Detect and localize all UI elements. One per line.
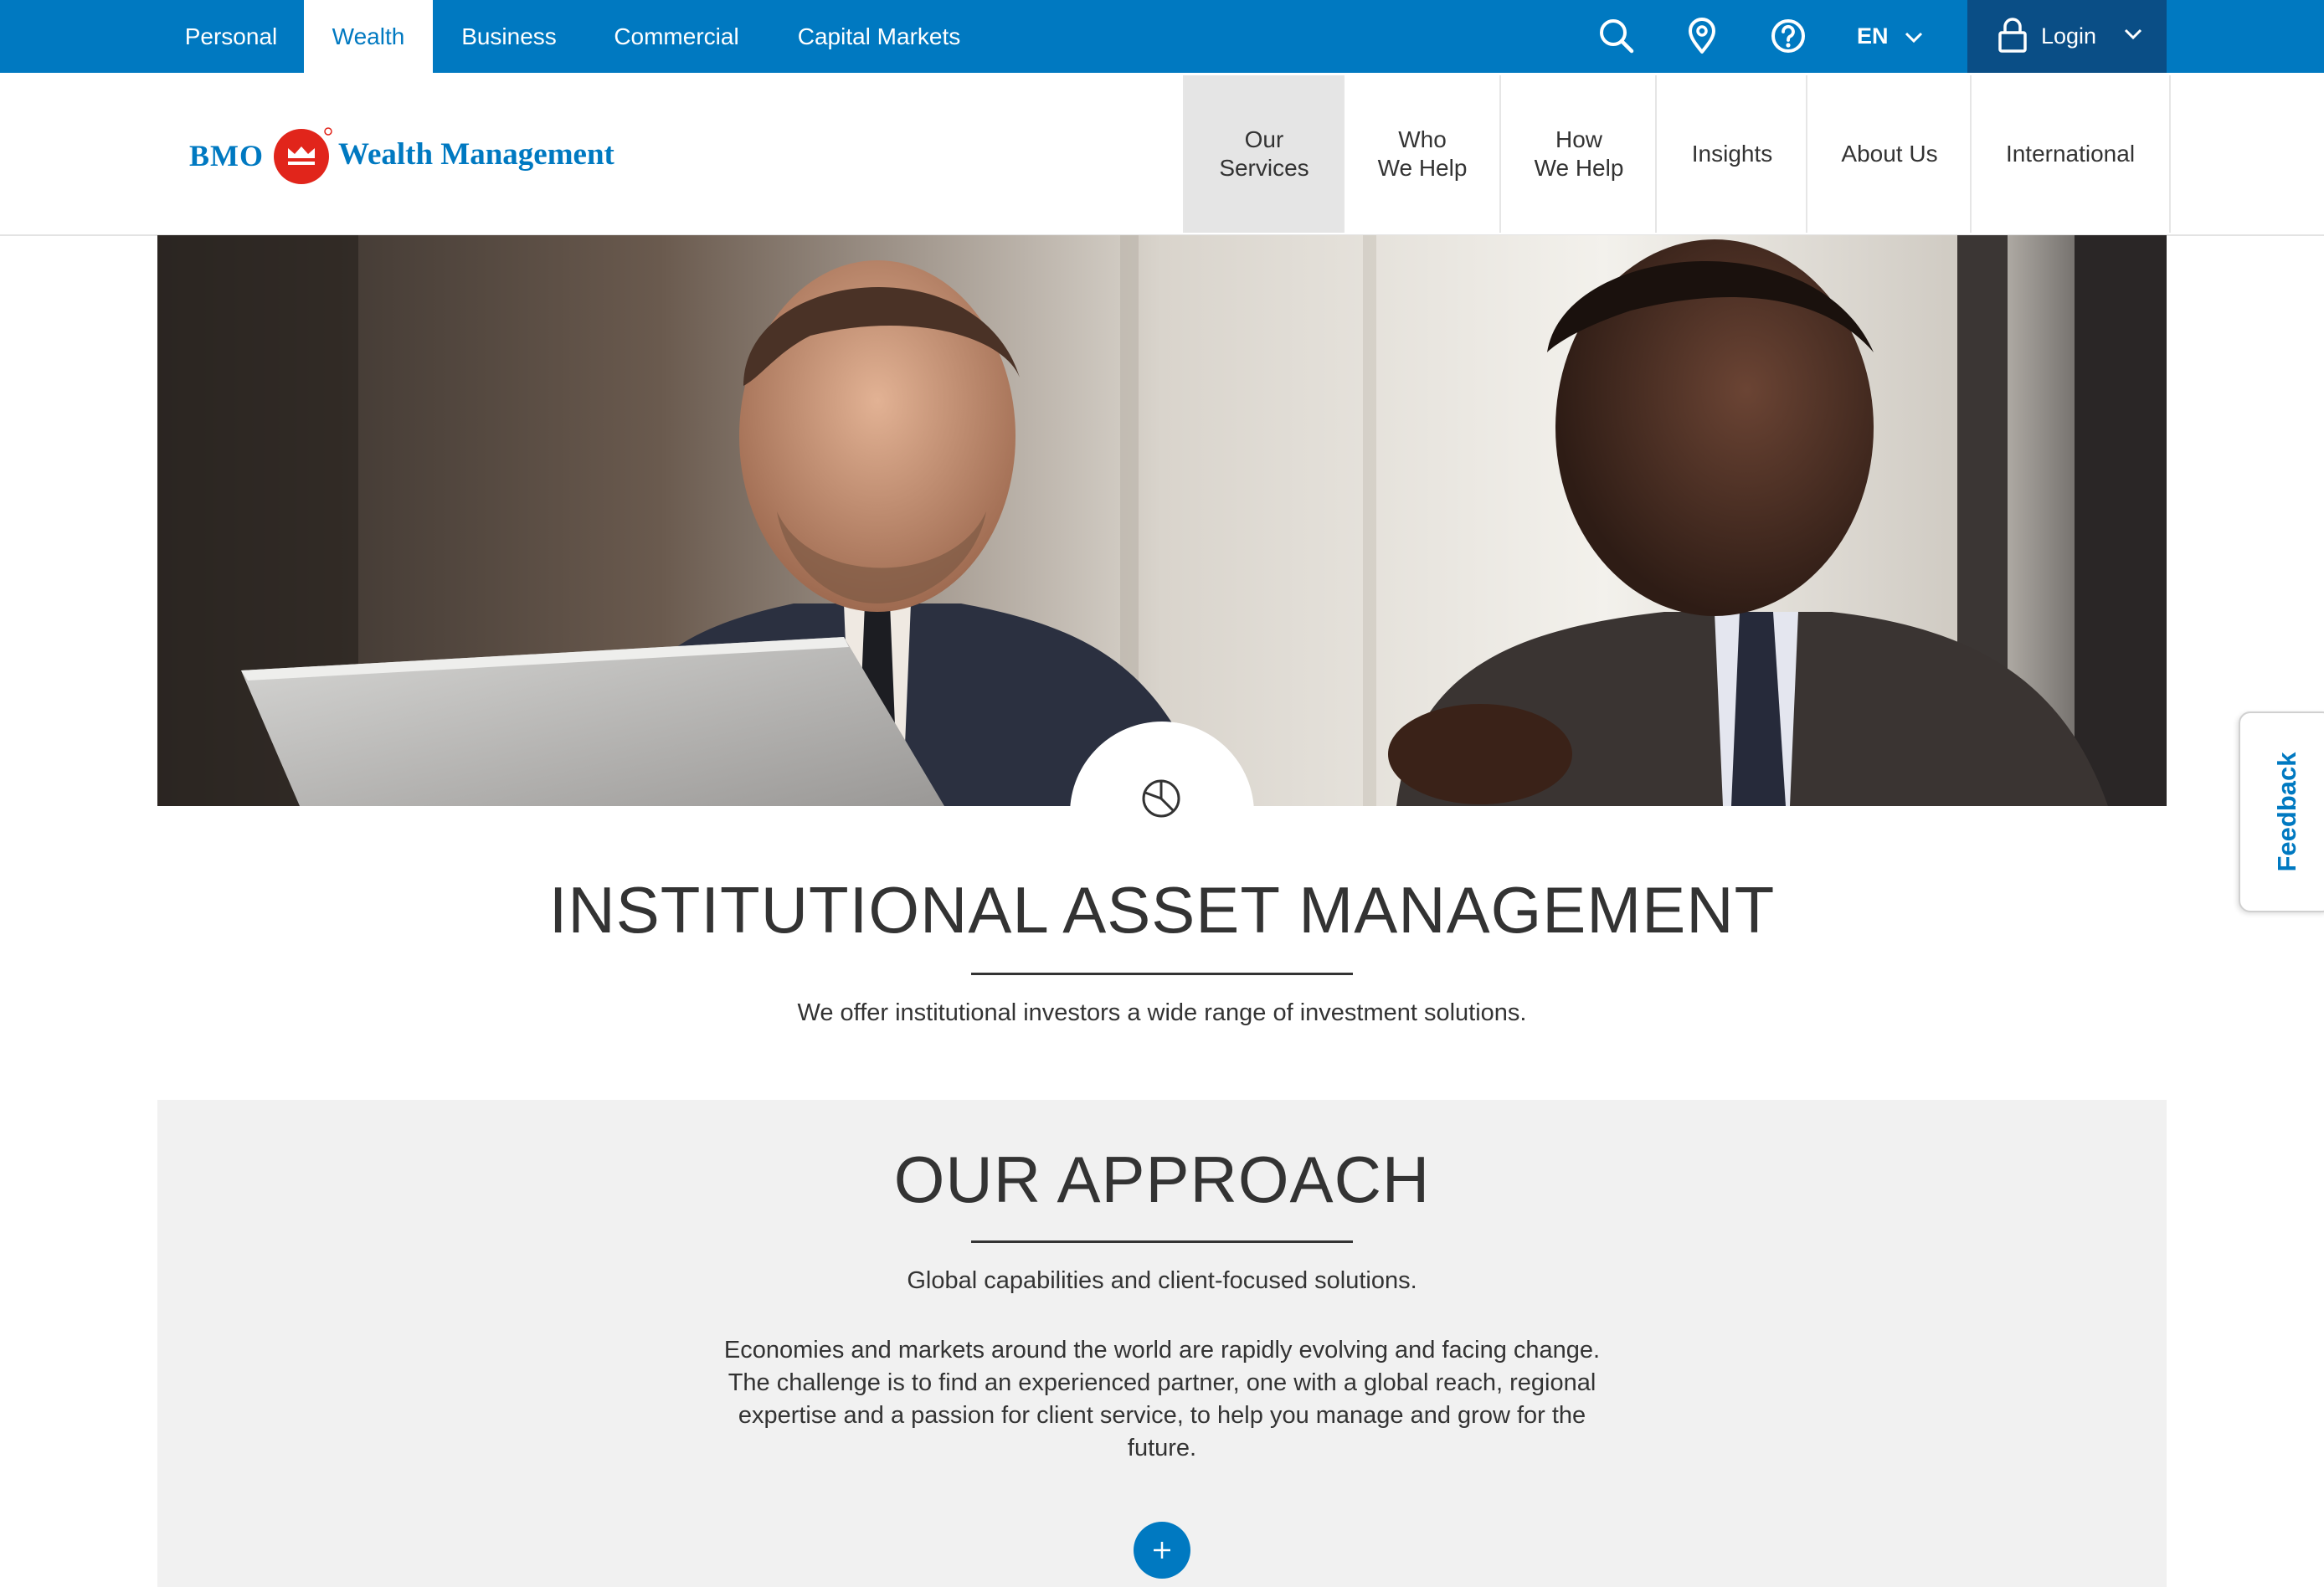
approach-subtitle: Global capabilities and client-focused s… bbox=[907, 1267, 1417, 1294]
segment-tab-personal[interactable]: Personal bbox=[167, 0, 295, 73]
pie-chart-icon bbox=[1142, 779, 1180, 818]
location-pin-icon[interactable] bbox=[1683, 17, 1721, 55]
help-icon[interactable] bbox=[1769, 17, 1807, 55]
approach-title: OUR APPROACH bbox=[893, 1143, 1431, 1216]
nav-item-label: About Us bbox=[1841, 141, 1938, 167]
nav-item-about-us[interactable]: About Us bbox=[1806, 75, 1972, 233]
nav-item-international[interactable]: International bbox=[1970, 75, 2171, 233]
nav-item-label: Who We Help bbox=[1377, 126, 1468, 181]
approach-body: Economies and markets around the world a… bbox=[723, 1337, 1601, 1461]
page-title: INSTITUTIONAL ASSET MANAGEMENT bbox=[548, 873, 1776, 947]
search-icon[interactable] bbox=[1597, 17, 1636, 55]
logo-bank-name: BMO bbox=[189, 139, 264, 172]
chevron-down-icon bbox=[1905, 32, 1922, 43]
segment-tab-wealth[interactable]: Wealth bbox=[304, 0, 433, 73]
bmo-roundel-icon bbox=[274, 127, 332, 184]
nav-item-label: How We Help bbox=[1534, 126, 1624, 181]
segment-tab-business[interactable]: Business bbox=[444, 0, 574, 73]
segment-tab-capital-markets[interactable]: Capital Markets bbox=[782, 0, 976, 73]
approach-section: OUR APPROACH Global capabilities and cli… bbox=[157, 1100, 2167, 1587]
top-utility-bar: Personal Wealth Business Commercial Capi… bbox=[0, 0, 2324, 73]
hero-image bbox=[157, 235, 2167, 806]
title-divider bbox=[971, 973, 1353, 975]
language-label: EN bbox=[1857, 23, 1889, 49]
page-lede: We offer institutional investors a wide … bbox=[797, 999, 1527, 1026]
logo-division-name: Wealth Management bbox=[338, 137, 614, 172]
lock-icon bbox=[1998, 18, 2027, 53]
feedback-label: Feedback bbox=[2272, 752, 2301, 872]
nav-item-label: Insights bbox=[1691, 141, 1773, 167]
language-selector[interactable]: EN bbox=[1857, 0, 1924, 73]
nav-item-insights[interactable]: Insights bbox=[1655, 75, 1807, 233]
segment-tab-commercial[interactable]: Commercial bbox=[593, 0, 760, 73]
login-button[interactable]: Login bbox=[1967, 0, 2167, 73]
nav-item-who-we-help[interactable]: Who We Help bbox=[1343, 75, 1500, 233]
login-label: Login bbox=[2041, 23, 2097, 49]
approach-divider bbox=[971, 1240, 1353, 1243]
nav-item-label: Our Services bbox=[1219, 126, 1309, 181]
nav-item-how-we-help[interactable]: How We Help bbox=[1499, 75, 1657, 233]
expand-button[interactable] bbox=[1134, 1522, 1190, 1579]
feedback-tab[interactable]: Feedback bbox=[2239, 711, 2324, 912]
nav-item-label: International bbox=[2005, 141, 2136, 167]
nav-item-our-services[interactable]: Our Services bbox=[1183, 75, 1344, 233]
chevron-down-icon bbox=[2124, 28, 2142, 40]
plus-icon bbox=[1154, 1542, 1170, 1559]
site-header: BMO Wealth Management Our Services Who W… bbox=[0, 73, 2324, 236]
